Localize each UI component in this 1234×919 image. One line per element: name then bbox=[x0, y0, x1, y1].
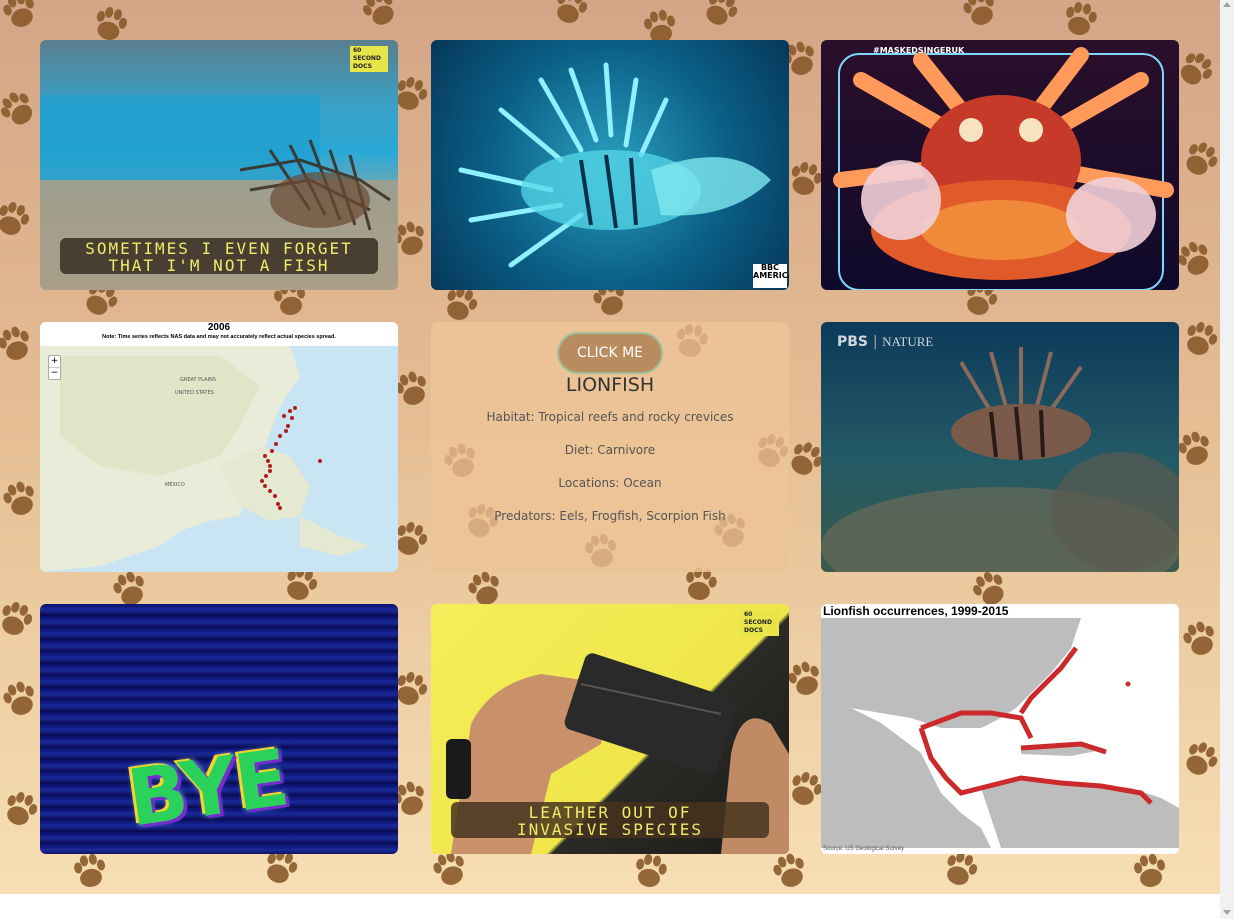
scroll-up-icon[interactable] bbox=[1223, 2, 1231, 7]
vertical-scrollbar[interactable] bbox=[1220, 0, 1234, 919]
fact-locations: Locations: Ocean bbox=[558, 476, 662, 490]
scroll-down-icon[interactable] bbox=[1223, 910, 1231, 915]
lionfish-coral-scene bbox=[821, 347, 1179, 572]
map-source: Source: US Geological Survey bbox=[823, 846, 905, 852]
occurrences-map-1999-2015: Lionfish occurrences, 1999-2015 Source: … bbox=[821, 604, 1179, 854]
map-title: Lionfish occurrences, 1999-2015 bbox=[823, 604, 1009, 618]
fact-predators: Predators: Eels, Frogfish, Scorpion Fish bbox=[494, 509, 726, 523]
lionfish-bbc-gif: BBC AMERICA bbox=[431, 40, 789, 290]
sixty-second-docs-badge: 60 SECOND DOCS bbox=[350, 46, 388, 72]
caption-line-1: SOMETIMES I EVEN FORGET bbox=[85, 239, 353, 258]
bbc-america-badge: BBC AMERICA bbox=[753, 264, 789, 288]
lionfish-info-card: CLICK ME LIONFISH Habitat: Tropical reef… bbox=[431, 322, 789, 572]
map-note: Note: Time series reflects NAS data and … bbox=[102, 334, 336, 340]
click-me-button[interactable]: CLICK ME bbox=[557, 332, 663, 374]
pbs-logo: PBS | NATURE bbox=[837, 334, 934, 350]
bye-text: BYE bbox=[122, 733, 293, 845]
map-year: 2006 bbox=[207, 322, 231, 333]
masked-singer-gif: #MASKEDSINGERUK bbox=[821, 40, 1179, 290]
map-label-united-states: UNITED STATES bbox=[175, 390, 214, 396]
masked-singer-costume bbox=[833, 47, 1174, 290]
fact-habitat: Habitat: Tropical reefs and rocky crevic… bbox=[486, 410, 734, 424]
zoom-in-button[interactable]: + bbox=[49, 356, 60, 367]
north-america-map bbox=[40, 346, 370, 572]
caribbean-map bbox=[821, 618, 1179, 848]
animal-title: LIONFISH bbox=[565, 374, 655, 396]
sixty-second-docs-badge: 60 SECOND DOCS bbox=[741, 610, 779, 636]
pbs-nature-gif: PBS | NATURE bbox=[821, 322, 1179, 572]
gif-caption: LEATHER OUT OF INVASIVE SPECIES bbox=[451, 802, 769, 838]
map-label-great-plains: GREAT PLAINS bbox=[180, 377, 216, 383]
gif-caption: SOMETIMES I EVEN FORGET THAT I'M NOT A F… bbox=[60, 238, 378, 274]
map-zoom-control: + − bbox=[48, 355, 61, 380]
animal-facts: Habitat: Tropical reefs and rocky crevic… bbox=[431, 401, 789, 533]
caption-line-1: LEATHER OUT OF bbox=[528, 803, 692, 822]
fact-diet: Diet: Carnivore bbox=[564, 443, 656, 457]
map-header: 2006 Note: Time series reflects NAS data… bbox=[40, 322, 398, 346]
lionfish-blue-illustration bbox=[458, 62, 771, 268]
spread-map-2006: 2006 Note: Time series reflects NAS data… bbox=[40, 322, 398, 572]
lionfish-reef-gif: 60 SECOND DOCS SOMETIMES I EVEN FORGET T… bbox=[40, 40, 398, 290]
pbs-logo-text: PBS bbox=[837, 334, 869, 350]
masked-singer-hashtag: #MASKEDSINGERUK bbox=[873, 46, 965, 55]
caption-line-2: INVASIVE SPECIES bbox=[516, 820, 704, 839]
bye-glitch-gif: BYE bbox=[40, 604, 398, 854]
lionfish-leather-gif: 60 SECOND DOCS LEATHER OUT OF INVASIVE S… bbox=[431, 604, 789, 854]
map-label-mexico: MÉXICO bbox=[165, 482, 185, 488]
page-background: 60 SECOND DOCS SOMETIMES I EVEN FORGET T… bbox=[0, 0, 1220, 894]
zoom-out-button[interactable]: − bbox=[49, 367, 60, 379]
nature-logo-text: NATURE bbox=[882, 334, 934, 349]
caption-line-2: THAT I'M NOT A FISH bbox=[108, 256, 330, 275]
